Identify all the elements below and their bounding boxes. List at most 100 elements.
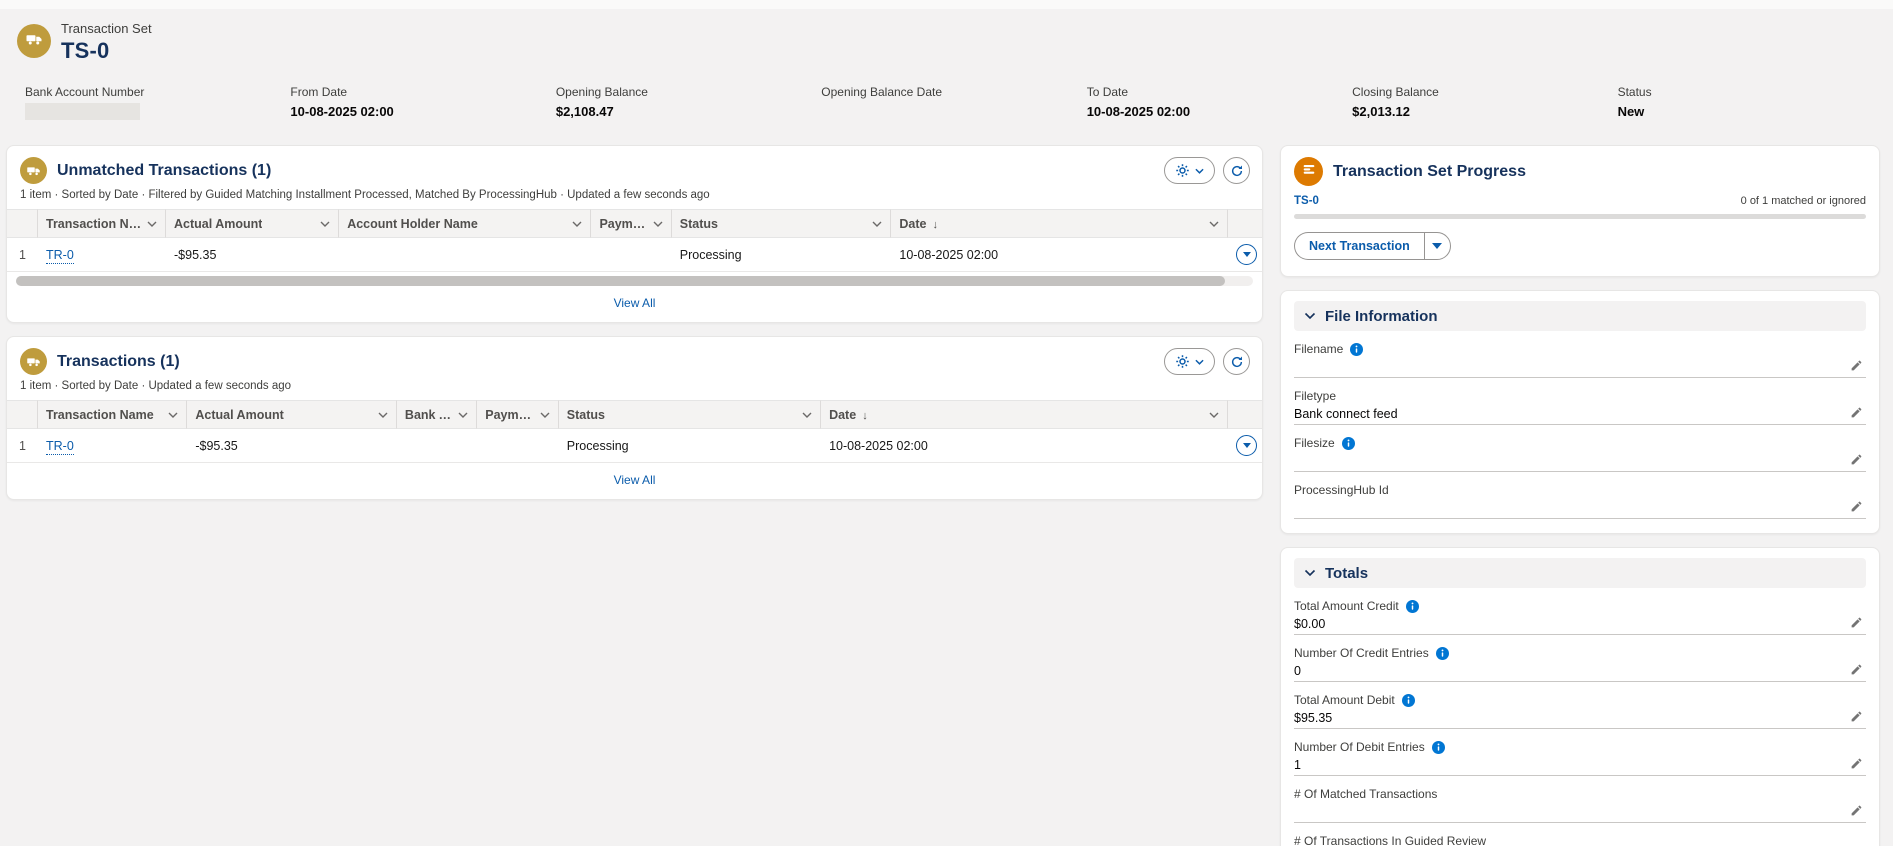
- row-actions-header: [1228, 400, 1262, 429]
- chevron-down-icon: [1195, 359, 1204, 365]
- related-list-subtitle: 1 item · Sorted by Date · Updated a few …: [7, 380, 1262, 400]
- field-label-text: Filetype: [1294, 389, 1336, 403]
- row-action-button[interactable]: [1236, 244, 1257, 265]
- refresh-button[interactable]: [1223, 157, 1250, 184]
- info-icon[interactable]: [1402, 694, 1415, 707]
- edit-pencil-icon: [1850, 711, 1863, 726]
- transactions-card: Transactions (1) 1 item · Sorted by Date …: [6, 336, 1263, 500]
- file-information-section-header[interactable]: File Information: [1294, 301, 1866, 331]
- field-label-text: Number Of Debit Entries: [1294, 740, 1425, 754]
- chevron-down-icon: [540, 412, 550, 418]
- edit-pencil-icon: [1850, 501, 1863, 516]
- table-cell: -$95.35: [187, 429, 397, 463]
- transaction-name-link[interactable]: TR-0: [46, 439, 74, 455]
- edit-button[interactable]: [1850, 500, 1863, 513]
- edit-button[interactable]: [1850, 406, 1863, 419]
- field-row: # Of Transactions In Guided Review: [1294, 834, 1866, 846]
- column-header-label: Actual Amount: [174, 217, 262, 231]
- chevron-down-icon: [168, 412, 178, 418]
- chevron-down-icon: [1304, 307, 1316, 325]
- column-header-transaction-name[interactable]: Transaction Name: [38, 209, 166, 238]
- column-header-bank-acco[interactable]: Bank Acco…: [397, 400, 477, 429]
- table-cell: Processing: [672, 238, 892, 272]
- transaction-set-progress-card: Transaction Set Progress TS-0 0 of 1 mat…: [1280, 145, 1880, 277]
- matched-count-text: 0 of 1 matched or ignored: [1741, 195, 1866, 207]
- column-header-date[interactable]: Date ↓: [891, 209, 1228, 238]
- edit-button[interactable]: [1850, 757, 1863, 770]
- header-field-label: Closing Balance: [1352, 85, 1617, 99]
- totals-section-header[interactable]: Totals: [1294, 558, 1866, 588]
- row-action-button[interactable]: [1236, 435, 1257, 456]
- column-header-status[interactable]: Status: [672, 209, 892, 238]
- chevron-down-icon: [653, 221, 663, 227]
- next-transaction-button[interactable]: Next Transaction: [1294, 232, 1424, 260]
- field-row: ProcessingHub Id: [1294, 483, 1866, 519]
- section-title: Totals: [1325, 565, 1368, 582]
- edit-button[interactable]: [1850, 616, 1863, 629]
- record-link[interactable]: TS-0: [1294, 195, 1319, 207]
- caret-down-icon: [1243, 252, 1251, 257]
- table-cell: [397, 429, 477, 463]
- field-label: Filesize: [1294, 436, 1866, 450]
- header-field-value: [821, 104, 1086, 120]
- truck-icon: [25, 30, 43, 53]
- horizontal-scrollbar-thumb[interactable]: [16, 276, 1225, 286]
- table-row: 1TR-0-$95.35Processing10-08-2025 02:00: [7, 238, 1262, 272]
- chevron-down-icon: [320, 221, 330, 227]
- view-all-link[interactable]: View All: [7, 286, 1262, 322]
- edit-button[interactable]: [1850, 663, 1863, 676]
- table-cell: Processing: [559, 429, 821, 463]
- edit-button[interactable]: [1850, 453, 1863, 466]
- chevron-down-icon: [378, 412, 388, 418]
- column-header-payment-r[interactable]: Payment R…: [591, 209, 671, 238]
- column-header-transaction-name[interactable]: Transaction Name: [38, 400, 187, 429]
- header-field: Bank Account Number: [25, 85, 290, 120]
- field-value: 1: [1294, 758, 1866, 772]
- related-list-subtitle: 1 item · Sorted by Date · Filtered by Gu…: [7, 189, 1262, 209]
- column-header-status[interactable]: Status: [559, 400, 821, 429]
- field-label-text: # Of Transactions In Guided Review: [1294, 834, 1486, 846]
- section-title: File Information: [1325, 308, 1438, 325]
- list-settings-button[interactable]: [1164, 348, 1215, 375]
- column-header-date[interactable]: Date ↓: [821, 400, 1228, 429]
- transaction-name-link[interactable]: TR-0: [46, 248, 74, 264]
- field-value: [1294, 360, 1866, 374]
- table-cell: TR-0: [38, 429, 187, 463]
- refresh-button[interactable]: [1223, 348, 1250, 375]
- edit-button[interactable]: [1850, 359, 1863, 372]
- related-list-title: Transactions (1): [57, 353, 180, 371]
- info-icon[interactable]: [1432, 741, 1445, 754]
- field-value: [1294, 805, 1866, 819]
- info-icon[interactable]: [1436, 647, 1449, 660]
- view-all-link[interactable]: View All: [7, 463, 1262, 499]
- column-header-payment-r[interactable]: Payment R…: [477, 400, 559, 429]
- header-field-value: $2,108.47: [556, 104, 821, 120]
- next-transaction-split-button: Next Transaction: [1294, 232, 1451, 260]
- transaction-set-record-icon: [17, 24, 51, 58]
- info-icon[interactable]: [1350, 343, 1363, 356]
- next-transaction-menu-button[interactable]: [1424, 232, 1451, 260]
- column-header-actual-amount[interactable]: Actual Amount: [166, 209, 339, 238]
- header-field: StatusNew: [1618, 85, 1883, 120]
- column-header-actual-amount[interactable]: Actual Amount: [187, 400, 397, 429]
- edit-button[interactable]: [1850, 710, 1863, 723]
- chevron-down-icon: [572, 221, 582, 227]
- info-icon[interactable]: [1342, 437, 1355, 450]
- row-number-cell: 1: [7, 238, 38, 272]
- list-settings-button[interactable]: [1164, 157, 1215, 184]
- table-cell: -$95.35: [166, 238, 339, 272]
- column-header-label: Transaction Name: [46, 217, 143, 231]
- edit-button[interactable]: [1850, 804, 1863, 817]
- header-field-label: To Date: [1087, 85, 1352, 99]
- field-row: Total Amount Credit$0.00: [1294, 599, 1866, 635]
- info-icon[interactable]: [1406, 600, 1419, 613]
- header-field-value: 10-08-2025 02:00: [1087, 104, 1352, 120]
- column-header-account-holder-name[interactable]: Account Holder Name: [339, 209, 591, 238]
- field-row: Filename: [1294, 342, 1866, 378]
- column-header-label: Account Holder Name: [347, 217, 478, 231]
- transactions-table: Transaction Name Actual Amount Account Hol…: [7, 209, 1262, 272]
- field-label-text: Filesize: [1294, 436, 1335, 450]
- edit-pencil-icon: [1850, 664, 1863, 679]
- highlights-panel: Bank Account NumberFrom Date10-08-2025 0…: [0, 85, 1893, 120]
- header-field: To Date 10-08-2025 02:00: [1087, 85, 1352, 120]
